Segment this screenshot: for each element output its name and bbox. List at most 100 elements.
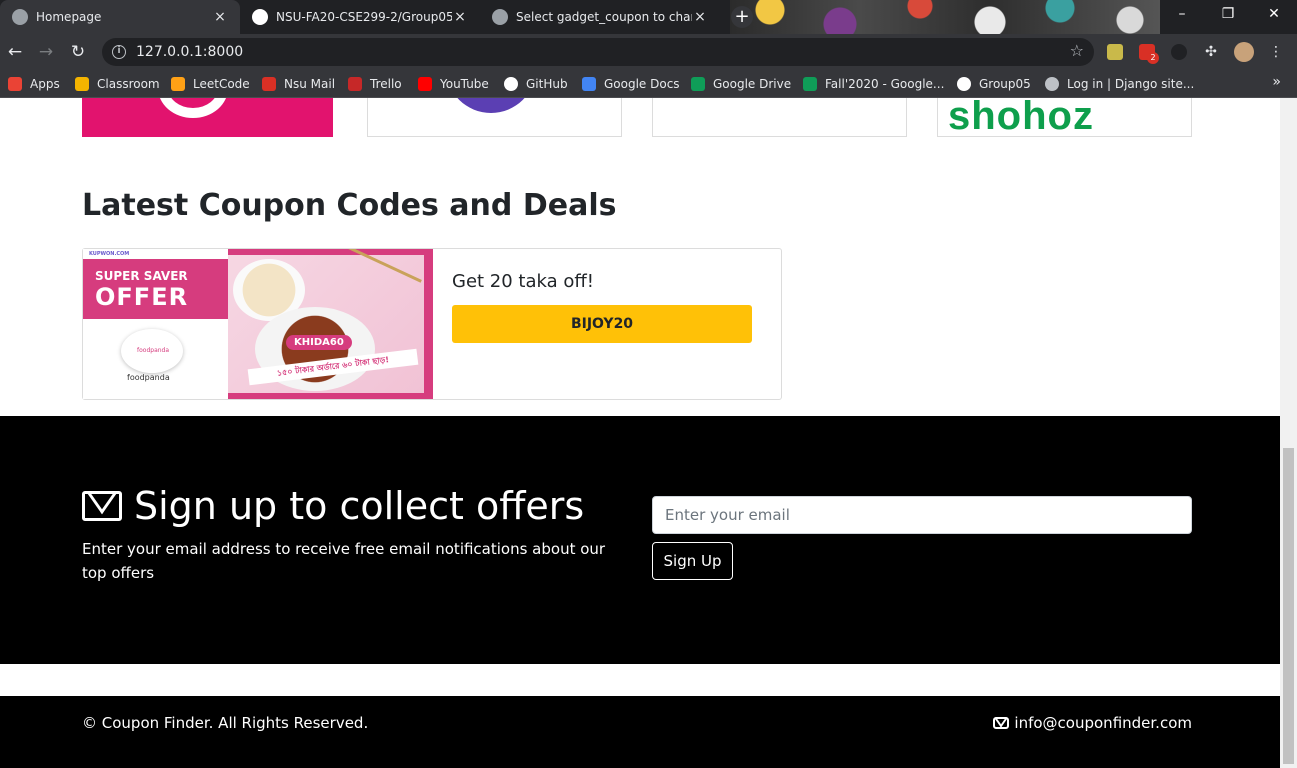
footer-contact[interactable]: info@couponfinder.com (993, 714, 1192, 732)
bookmark-star-icon[interactable]: ☆ (1070, 41, 1084, 60)
latest-coupons-heading: Latest Coupon Codes and Deals (82, 188, 617, 223)
bookmark-google-docs[interactable]: Google Docs (582, 75, 680, 93)
footer: © Coupon Finder. All Rights Reserved. in… (0, 696, 1280, 768)
menu-kebab-icon[interactable]: ⋮ (1268, 44, 1284, 60)
bookmark-label: Log in | Django site... (1067, 77, 1195, 91)
bookmark-label: Trello (370, 77, 402, 91)
profile-avatar[interactable] (1234, 42, 1254, 62)
contact-email[interactable]: info@couponfinder.com (1014, 714, 1192, 732)
mail-extension-icon[interactable]: 2 (1139, 44, 1159, 64)
store-card[interactable] (652, 98, 907, 137)
bookmark-label: Google Docs (604, 77, 680, 91)
bookmark-group05[interactable]: Group05 (957, 75, 1031, 93)
bkash-logo (158, 98, 228, 118)
bookmark-nsu-mail[interactable]: Nsu Mail (262, 75, 335, 93)
tab-django-admin[interactable]: Select gadget_coupon to change × (480, 0, 720, 34)
copyright-text: © Coupon Finder. All Rights Reserved. (82, 714, 369, 732)
super-saver-text: SUPER SAVER (95, 269, 188, 283)
browser-tab-strip: Homepage × NSU-FA20-CSE299-2/Group05: × … (0, 0, 1297, 34)
minimize-button[interactable]: – (1159, 0, 1205, 30)
github-icon (957, 77, 971, 91)
bookmark-label: GitHub (526, 77, 568, 91)
globe-icon (1045, 77, 1059, 91)
mail-badge: 2 (1147, 52, 1159, 64)
bookmark-label: Group05 (979, 77, 1031, 91)
restore-button[interactable]: ❐ (1205, 0, 1251, 30)
email-field[interactable] (652, 496, 1192, 534)
classroom-icon (75, 77, 89, 91)
forward-arrow-icon[interactable]: → (34, 40, 58, 64)
close-window-button[interactable]: ✕ (1251, 0, 1297, 30)
back-arrow-icon[interactable]: ← (3, 40, 27, 64)
coupon-title: Get 20 taka off! (452, 271, 595, 292)
new-tab-button[interactable]: + (731, 6, 753, 28)
bookmark-label: LeetCode (193, 77, 250, 91)
store-logo (446, 98, 536, 113)
scrollbar-thumb[interactable] (1283, 448, 1294, 764)
bookmarks-bar: Apps Classroom LeetCode Nsu Mail Trello … (0, 70, 1297, 98)
google-drive-icon (803, 77, 817, 91)
github-icon (252, 9, 268, 25)
google-docs-icon (582, 77, 596, 91)
extensions-puzzle-icon[interactable]: ✣ (1203, 44, 1219, 60)
tab-strip-background-art (730, 0, 1160, 34)
tab-title: Homepage (36, 10, 102, 24)
extension-icon[interactable] (1107, 44, 1123, 60)
coupon-card: KUPWON.COM SUPER SAVER OFFER foodpanda f… (82, 248, 782, 400)
browser-toolbar: ← → ↻ i 127.0.0.1:8000 ☆ 2 ✣ ⋮ (0, 34, 1297, 70)
tab-close-icon[interactable]: × (212, 9, 228, 25)
store-card-bkash[interactable] (82, 98, 333, 137)
tab-close-icon[interactable]: × (452, 9, 468, 25)
ghost-extension-icon[interactable] (1171, 44, 1187, 60)
bookmark-django-login[interactable]: Log in | Django site... (1045, 75, 1194, 93)
coupon-image-foodpanda: KUPWON.COM SUPER SAVER OFFER foodpanda f… (83, 249, 433, 399)
bookmark-label: Google Drive (713, 77, 792, 91)
newsletter-heading: Sign up to collect offers (82, 484, 584, 528)
bookmark-fall2020[interactable]: Fall'2020 - Google... (803, 75, 944, 93)
github-icon (504, 77, 518, 91)
bookmark-label: Fall'2020 - Google... (825, 77, 945, 91)
page-scrollbar[interactable] (1280, 98, 1297, 768)
bookmarks-overflow-icon[interactable]: » (1272, 74, 1281, 90)
trello-icon (348, 77, 362, 91)
tab-title: Select gadget_coupon to change (516, 10, 692, 24)
store-card-nagad[interactable] (367, 98, 622, 137)
tab-title: NSU-FA20-CSE299-2/Group05: (276, 10, 452, 24)
bookmark-label: Classroom (97, 77, 160, 91)
address-bar[interactable]: i 127.0.0.1:8000 ☆ (102, 38, 1094, 66)
bookmark-label: Apps (30, 77, 60, 91)
leetcode-icon (171, 77, 185, 91)
apps-grid-icon (8, 77, 22, 91)
page-viewport: shohoz Latest Coupon Codes and Deals KUP… (0, 98, 1280, 768)
sign-up-button[interactable]: Sign Up (652, 542, 733, 580)
bookmark-youtube[interactable]: YouTube (418, 75, 489, 93)
tab-github[interactable]: NSU-FA20-CSE299-2/Group05: × (240, 0, 480, 34)
gmail-icon (262, 77, 276, 91)
site-info-icon[interactable]: i (112, 45, 126, 59)
bookmark-apps[interactable]: Apps (8, 75, 60, 93)
kupwon-brand: KUPWON.COM (89, 251, 130, 257)
foodpanda-name: foodpanda (127, 373, 170, 382)
envelope-icon (993, 717, 1010, 729)
bookmark-label: YouTube (440, 77, 489, 91)
globe-icon (12, 9, 28, 25)
newsletter-heading-text: Sign up to collect offers (134, 484, 585, 528)
bookmark-label: Nsu Mail (284, 77, 336, 91)
tab-close-icon[interactable]: × (692, 9, 708, 25)
store-card-shohoz[interactable]: shohoz (937, 98, 1192, 137)
globe-icon (492, 9, 508, 25)
bookmark-google-drive[interactable]: Google Drive (691, 75, 791, 93)
bookmark-trello[interactable]: Trello (348, 75, 402, 93)
foodpanda-logo-text: foodpanda (137, 347, 170, 354)
bookmark-classroom[interactable]: Classroom (75, 75, 160, 93)
newsletter-description: Enter your email address to receive free… (82, 540, 606, 582)
bookmark-leetcode[interactable]: LeetCode (171, 75, 250, 93)
bookmark-github[interactable]: GitHub (504, 75, 568, 93)
promo-code-badge: KHIDA60 (286, 335, 352, 350)
tab-homepage[interactable]: Homepage × (0, 0, 240, 34)
shohoz-logo: shohoz (948, 98, 1094, 137)
offer-text: OFFER (95, 283, 189, 311)
reload-icon[interactable]: ↻ (66, 40, 90, 64)
youtube-icon (418, 77, 432, 91)
coupon-code-button[interactable]: BIJOY20 (452, 305, 752, 343)
